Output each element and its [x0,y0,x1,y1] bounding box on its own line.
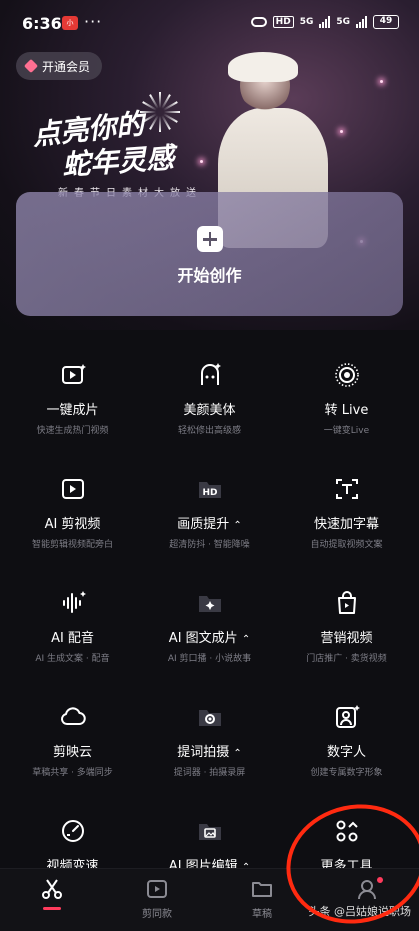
cloud-icon [58,702,88,732]
tool-title: 一键成片 [46,403,99,418]
tool-ai-cut-video[interactable]: AI 剪视频 智能剪辑视频配旁白 [3,456,142,556]
subtitle-icon [332,474,362,504]
tool-subtitle: 创建专属数字形象 [310,768,383,778]
nav-edit[interactable] [0,877,104,910]
shopping-bag-icon [332,588,362,618]
chevron-up-icon: ⌃ [241,634,251,645]
tool-one-click-video[interactable]: 一键成片 快速生成热门视频 [3,342,142,442]
tool-title: 营销视频 [320,631,373,646]
notification-dot [377,877,383,883]
status-bar: 6:36 小 ··· HD 5G 5G 49 [0,0,419,46]
tool-subtitle: 快速生成热门视频 [36,426,109,436]
hd-folder-icon: HD [195,474,225,504]
tool-subtitle: 超清防抖 · 智能降噪 [169,540,250,550]
tool-ai-image-text-video[interactable]: AI 图文成片 ⌃ AI 剪口播 · 小说故事 [140,570,279,670]
signal-bars-icon [356,16,367,28]
tool-subtitle: AI 生成文案 · 配音 [35,654,110,664]
teleprompter-icon [195,702,225,732]
notification-app-icon: 小 [62,16,78,30]
bottom-navigation: 剪同款 草稿 [0,868,419,931]
nav-active-indicator [43,907,61,910]
profile-icon [355,877,383,901]
digital-human-icon [332,702,362,732]
live-photo-icon [332,360,362,390]
tool-subtitle: 轻松修出高级感 [177,426,241,436]
template-video-icon [145,877,169,901]
start-create-button[interactable]: 开始创作 [16,192,403,316]
tool-title: AI 图文成片 ⌃ [168,631,251,646]
vip-label: 开通会员 [42,59,91,74]
chevron-up-icon: ⌃ [233,520,242,531]
nav-label: 草稿 [252,909,272,920]
tool-live[interactable]: 转 Live 一键变Live [277,342,416,442]
tool-grid: 一键成片 快速生成热门视频 美颜美体 轻松修出高级感 转 Live 一键变Liv… [0,342,419,874]
tool-subtitle: 自动提取视频文案 [310,540,383,550]
tool-title: AI 配音 [51,631,94,646]
firework-icon [140,92,180,132]
speedometer-icon [58,816,88,846]
hero-title-line2: 蛇年灵感 [61,141,176,182]
tool-subtitle: 草稿共享 · 多端同步 [32,768,113,778]
tool-title: 快速加字幕 [313,517,379,532]
tool-quick-subtitles[interactable]: 快速加字幕 自动提取视频文案 [277,456,416,556]
battery-icon: 49 [373,15,399,29]
status-more-icon: ··· [84,12,103,31]
video-spark-icon [58,360,88,390]
network-type-1: 5G [299,16,314,27]
image-edit-icon [195,816,225,846]
ai-video-icon [58,474,88,504]
face-beauty-icon [195,360,225,390]
hd-voice-icon: HD [272,16,294,28]
vip-button[interactable]: 开通会员 [16,52,103,80]
chevron-up-icon: ⌃ [233,748,242,759]
sparkle-decoration [340,130,343,133]
tool-teleprompter[interactable]: 提词拍摄 ⌃ 提词器 · 拍摄录屏 [140,684,279,784]
nav-label: 剪同款 [142,909,172,920]
tool-title: 美颜美体 [183,403,236,418]
tool-beauty[interactable]: 美颜美体 轻松修出高级感 [140,342,279,442]
tool-title: AI 剪视频 [44,517,101,532]
signal-bars-icon [319,16,331,28]
tool-subtitle: 门店推广 · 卖货视频 [306,654,387,664]
svg-text:HD: HD [202,488,217,498]
tool-title: 转 Live [324,403,369,418]
tool-digital-human[interactable]: 数字人 创建专属数字形象 [277,684,416,784]
nav-templates[interactable]: 剪同款 [105,877,209,920]
waveform-icon [58,588,88,618]
tool-ai-voiceover[interactable]: AI 配音 AI 生成文案 · 配音 [3,570,142,670]
image-text-icon [195,588,225,618]
plus-icon [196,226,223,252]
tool-title: 画质提升 ⌃ [177,517,242,532]
folder-icon [250,877,274,901]
tool-subtitle: 智能剪辑视频配旁白 [31,540,113,550]
link-icon [250,17,267,27]
watermark: 头条 @吕姑娘说职场 [308,905,412,918]
sparkle-decoration [380,80,383,83]
scissors-icon [40,877,64,901]
sparkle-decoration [200,160,203,163]
more-tools-icon [332,816,362,846]
tool-subtitle: AI 剪口播 · 小说故事 [167,654,252,664]
diamond-icon [23,58,39,74]
nav-drafts[interactable]: 草稿 [210,877,314,920]
network-type-2: 5G [336,16,350,27]
tool-subtitle: 一键变Live [323,426,370,436]
tool-subtitle: 提词器 · 拍摄录屏 [173,768,246,778]
tool-quality-enhance[interactable]: HD 画质提升 ⌃ 超清防抖 · 智能降噪 [140,456,279,556]
nav-profile[interactable] [315,877,419,901]
tool-title: 剪映云 [52,745,92,760]
tool-title: 提词拍摄 ⌃ [177,745,242,760]
tool-title: 数字人 [326,745,366,760]
tool-marketing-video[interactable]: 营销视频 门店推广 · 卖货视频 [277,570,416,670]
start-create-label: 开始创作 [177,266,242,285]
tool-cloud[interactable]: 剪映云 草稿共享 · 多端同步 [3,684,142,784]
status-time: 6:36 [22,14,62,33]
